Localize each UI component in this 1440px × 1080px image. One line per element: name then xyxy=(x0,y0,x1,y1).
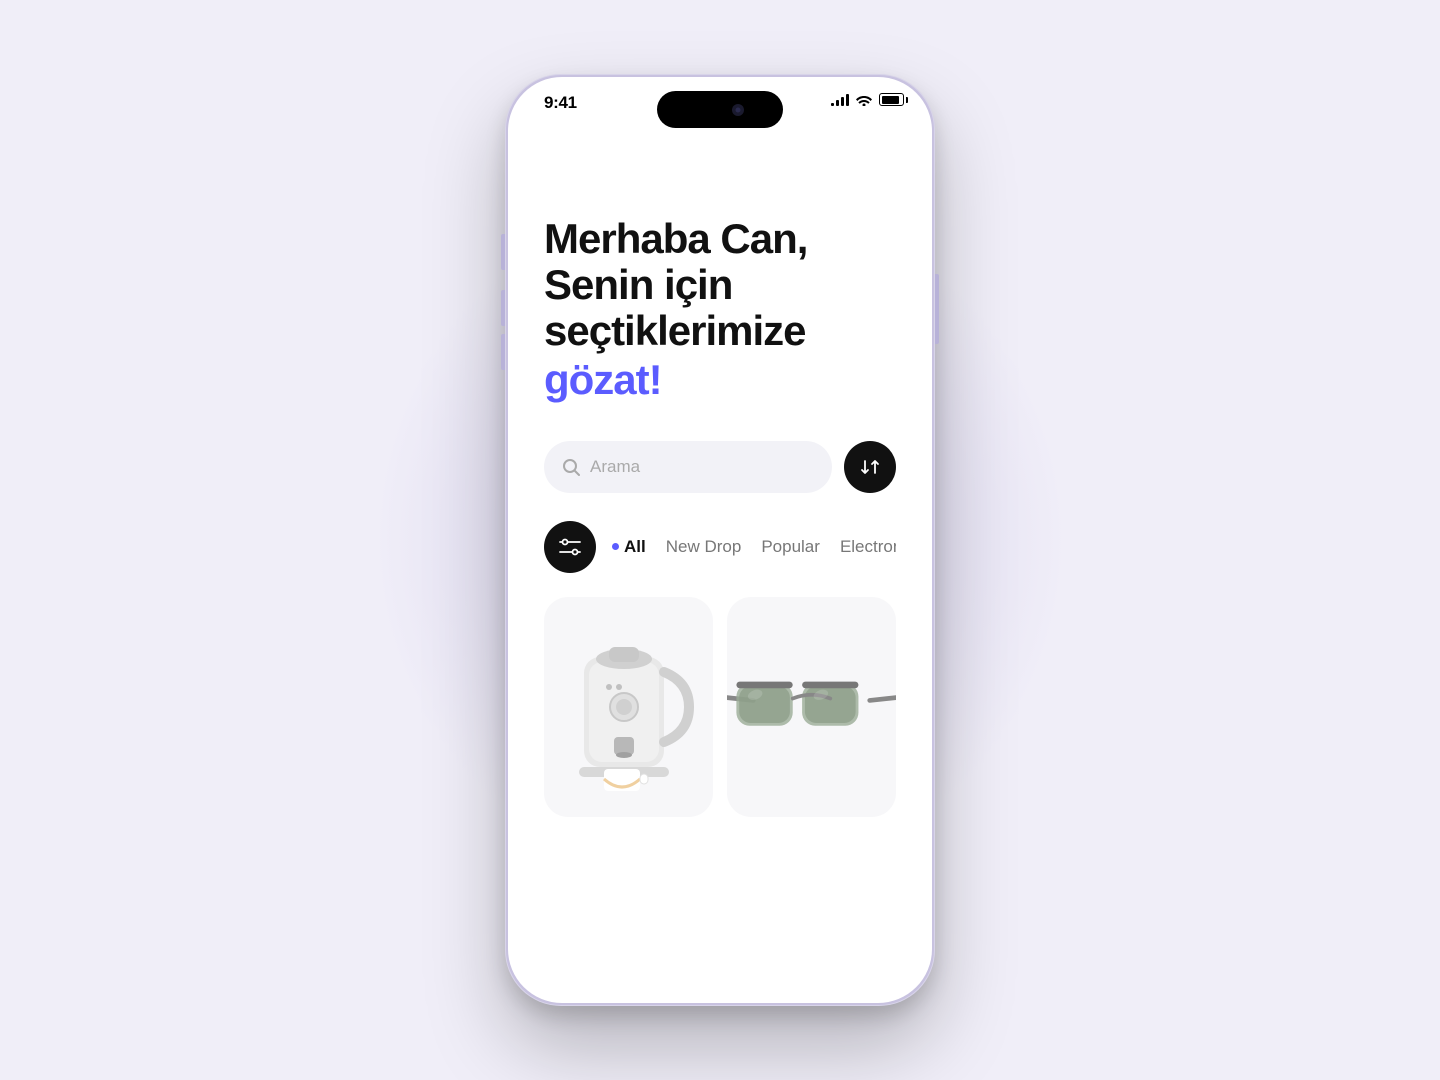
signal-bar-2 xyxy=(836,100,839,106)
filter-icon xyxy=(559,538,581,556)
status-icons xyxy=(831,93,904,106)
signal-bars-icon xyxy=(831,94,849,106)
greeting-section: Merhaba Can, Senin için seçtiklerimize g… xyxy=(544,216,896,405)
category-new-drop[interactable]: New Drop xyxy=(666,537,742,557)
battery-icon xyxy=(879,93,904,106)
signal-bar-4 xyxy=(846,94,849,106)
search-placeholder: Arama xyxy=(590,457,640,477)
products-grid xyxy=(544,597,896,817)
main-content: Merhaba Can, Senin için seçtiklerimize g… xyxy=(508,136,932,1003)
scene: 9:41 xyxy=(380,50,1060,1030)
battery-fill xyxy=(882,96,899,104)
sunglasses-image xyxy=(727,662,896,752)
greeting-line3: gözat! xyxy=(544,355,896,405)
categories-list: All New Drop Popular Electronics Vehicle xyxy=(612,537,896,557)
filter-button[interactable] xyxy=(544,521,596,573)
greeting-line2: Senin için seçtiklerimize xyxy=(544,262,896,354)
category-electronics-label: Electronics xyxy=(840,537,896,557)
camera xyxy=(732,104,744,116)
phone-screen: 9:41 xyxy=(508,77,932,1003)
category-all-dot xyxy=(612,543,619,550)
category-electronics[interactable]: Electronics xyxy=(840,537,896,557)
filter-categories-row: All New Drop Popular Electronics Vehicle xyxy=(544,521,896,573)
sort-button[interactable] xyxy=(844,441,896,493)
phone-frame: 9:41 xyxy=(505,74,935,1006)
category-popular-label: Popular xyxy=(761,537,820,557)
coffee-machine-image xyxy=(554,617,704,797)
sort-icon xyxy=(860,457,880,477)
search-bar[interactable]: Arama xyxy=(544,441,832,493)
category-all-label: All xyxy=(624,537,646,557)
signal-bar-3 xyxy=(841,97,844,106)
search-icon xyxy=(562,458,580,476)
signal-bar-1 xyxy=(831,103,834,106)
category-new-drop-label: New Drop xyxy=(666,537,742,557)
wifi-icon xyxy=(856,94,872,106)
status-time: 9:41 xyxy=(544,93,577,113)
product-card-sunglasses[interactable] xyxy=(727,597,896,817)
dynamic-island xyxy=(657,91,783,128)
greeting-line1: Merhaba Can, xyxy=(544,216,896,262)
search-row: Arama xyxy=(544,441,896,493)
product-card-coffee[interactable] xyxy=(544,597,713,817)
category-all[interactable]: All xyxy=(612,537,646,557)
category-popular[interactable]: Popular xyxy=(761,537,820,557)
